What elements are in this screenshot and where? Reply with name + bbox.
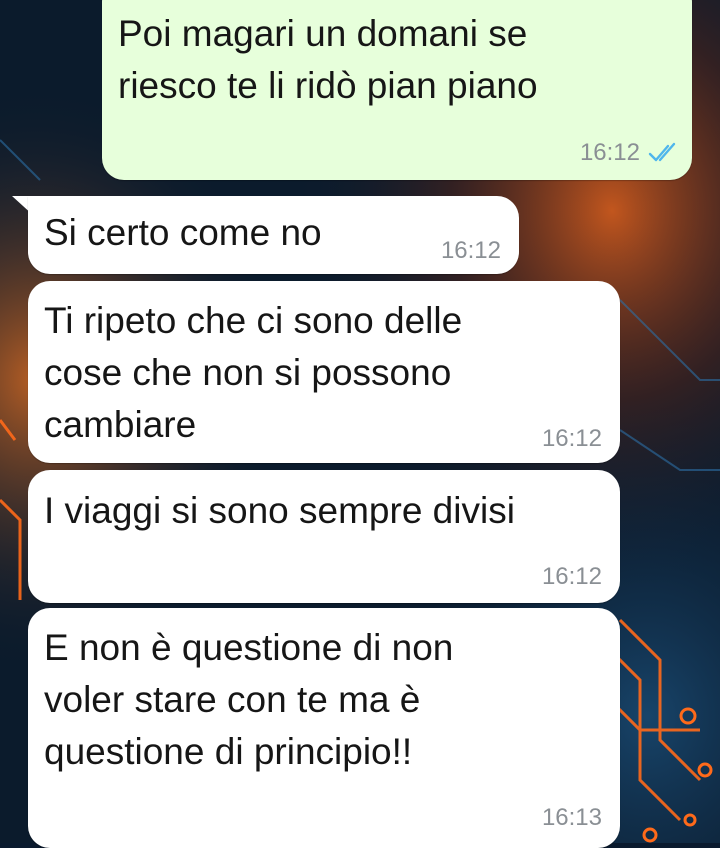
message-text: Poi magari un domani se riesco te li rid… — [118, 13, 538, 106]
message-text: I viaggi si sono sempre divisi — [44, 490, 515, 531]
message-time: 16:12 — [440, 237, 501, 264]
message-bubble-incoming[interactable]: E non è questione di non voler stare con… — [28, 608, 620, 848]
message-text: Ti ripeto che ci sono delle cose che non… — [44, 300, 463, 445]
message-time: 16:12 — [579, 139, 640, 166]
message-bubble-outgoing[interactable]: Poi magari un domani se riesco te li rid… — [102, 0, 692, 180]
message-time: 16:12 — [541, 425, 602, 452]
message-bubble-incoming[interactable]: I viaggi si sono sempre divisi 16:12 — [28, 470, 620, 603]
message-bubble-incoming[interactable]: Si certo come no 16:12 — [28, 196, 519, 274]
message-text: E non è questione di non voler stare con… — [44, 627, 454, 772]
message-bubble-incoming[interactable]: Ti ripeto che ci sono delle cose che non… — [28, 281, 620, 463]
message-time: 16:13 — [541, 804, 602, 831]
double-check-read-icon — [648, 142, 676, 162]
message-text: Si certo come no — [44, 212, 322, 253]
message-time: 16:12 — [541, 563, 602, 590]
message-list[interactable]: Poi magari un domani se riesco te li rid… — [0, 0, 720, 848]
